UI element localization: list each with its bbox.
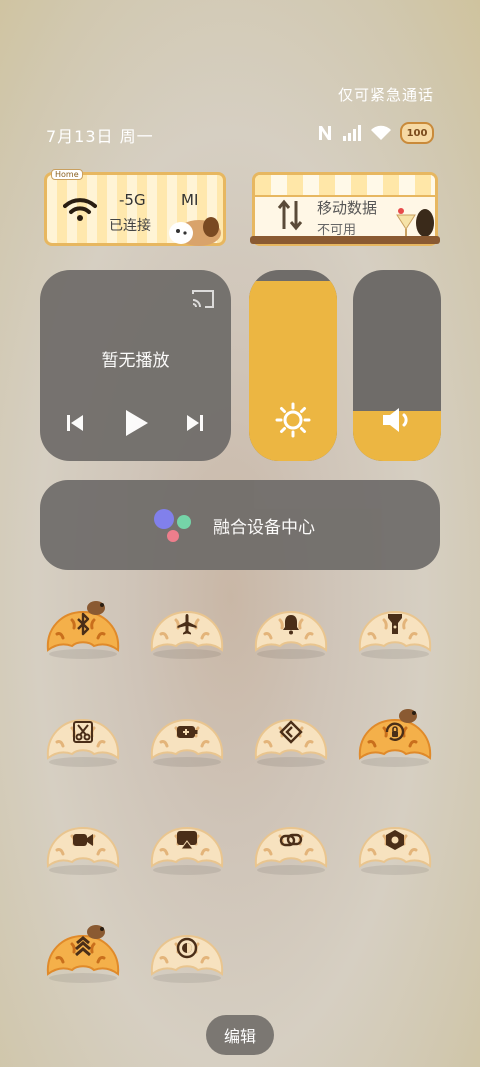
play-icon[interactable] [122,408,150,438]
fusion-device-center-card[interactable]: 融合设备中心 [40,480,440,570]
toggle-settings[interactable] [356,810,434,878]
signal-icon [343,125,361,141]
fusion-device-center-label: 融合设备中心 [213,518,315,538]
wifi-ssid-extra: MI [181,191,199,209]
data-transfer-icon [277,199,303,231]
toggle-battery-saver[interactable] [148,702,226,770]
volume-slider[interactable] [353,270,441,461]
next-track-icon[interactable] [184,412,206,434]
home-tag: Home [51,169,83,180]
screenshot-icon [73,721,93,743]
wifi-status-icon [371,125,391,140]
edit-button[interactable]: 编辑 [206,1015,274,1055]
device-center-icon [154,509,191,542]
previous-track-icon[interactable] [64,412,86,434]
emergency-only-text: 仅可紧急通话 [337,86,434,104]
battery-icon: 100 [400,122,434,144]
awning-decoration [255,175,435,197]
mobile-data-card[interactable]: 移动数据 不可用 [252,172,438,246]
wifi-status: 已连接 [109,218,151,234]
mobile-data-title: 移动数据 [317,199,378,217]
settings-icon [386,830,404,850]
link-icon [279,833,303,847]
toggle-link[interactable] [252,810,330,878]
toggle-airplane[interactable] [148,594,226,662]
brightness-icon [275,402,311,438]
toggle-flashlight[interactable] [356,594,434,662]
shelf-decoration [250,236,440,244]
performance-icon [75,936,91,957]
dark-mode-icon [176,937,198,959]
nearby-share-icon [279,720,303,744]
wifi-icon [63,198,97,221]
wifi-card[interactable]: Home -5G MI 已连接 [44,169,226,246]
cast-output-icon[interactable] [190,288,216,310]
toggle-bluetooth[interactable] [44,594,122,662]
bell-icon [283,615,299,635]
cast-icon [177,831,197,850]
puppy-decoration-icon [169,217,221,246]
toggle-cast[interactable] [148,810,226,878]
toggle-performance[interactable] [44,918,122,986]
brightness-slider[interactable] [249,270,337,461]
nfc-icon [319,126,331,140]
system-status-icons: 100 [316,122,434,144]
airplane-icon [177,614,197,635]
volume-icon [383,408,408,432]
media-card[interactable]: 暂无播放 [40,270,231,461]
toggle-screen-record[interactable] [44,810,122,878]
bluetooth-icon [77,612,90,636]
date-label: 7月13日 周一 [46,127,154,146]
wifi-ssid: -5G [119,191,146,209]
media-title: 暂无播放 [101,351,170,371]
toggle-nearby-share[interactable] [252,702,330,770]
toggle-dark-mode[interactable] [148,918,226,986]
toggle-screenshot[interactable] [44,702,122,770]
battery-saver-icon [177,726,198,738]
toggle-rotation-lock[interactable] [356,702,434,770]
toggle-bell[interactable] [252,594,330,662]
rotation-lock-icon [385,722,405,741]
screen-record-icon [73,834,93,846]
flashlight-icon [388,614,402,634]
